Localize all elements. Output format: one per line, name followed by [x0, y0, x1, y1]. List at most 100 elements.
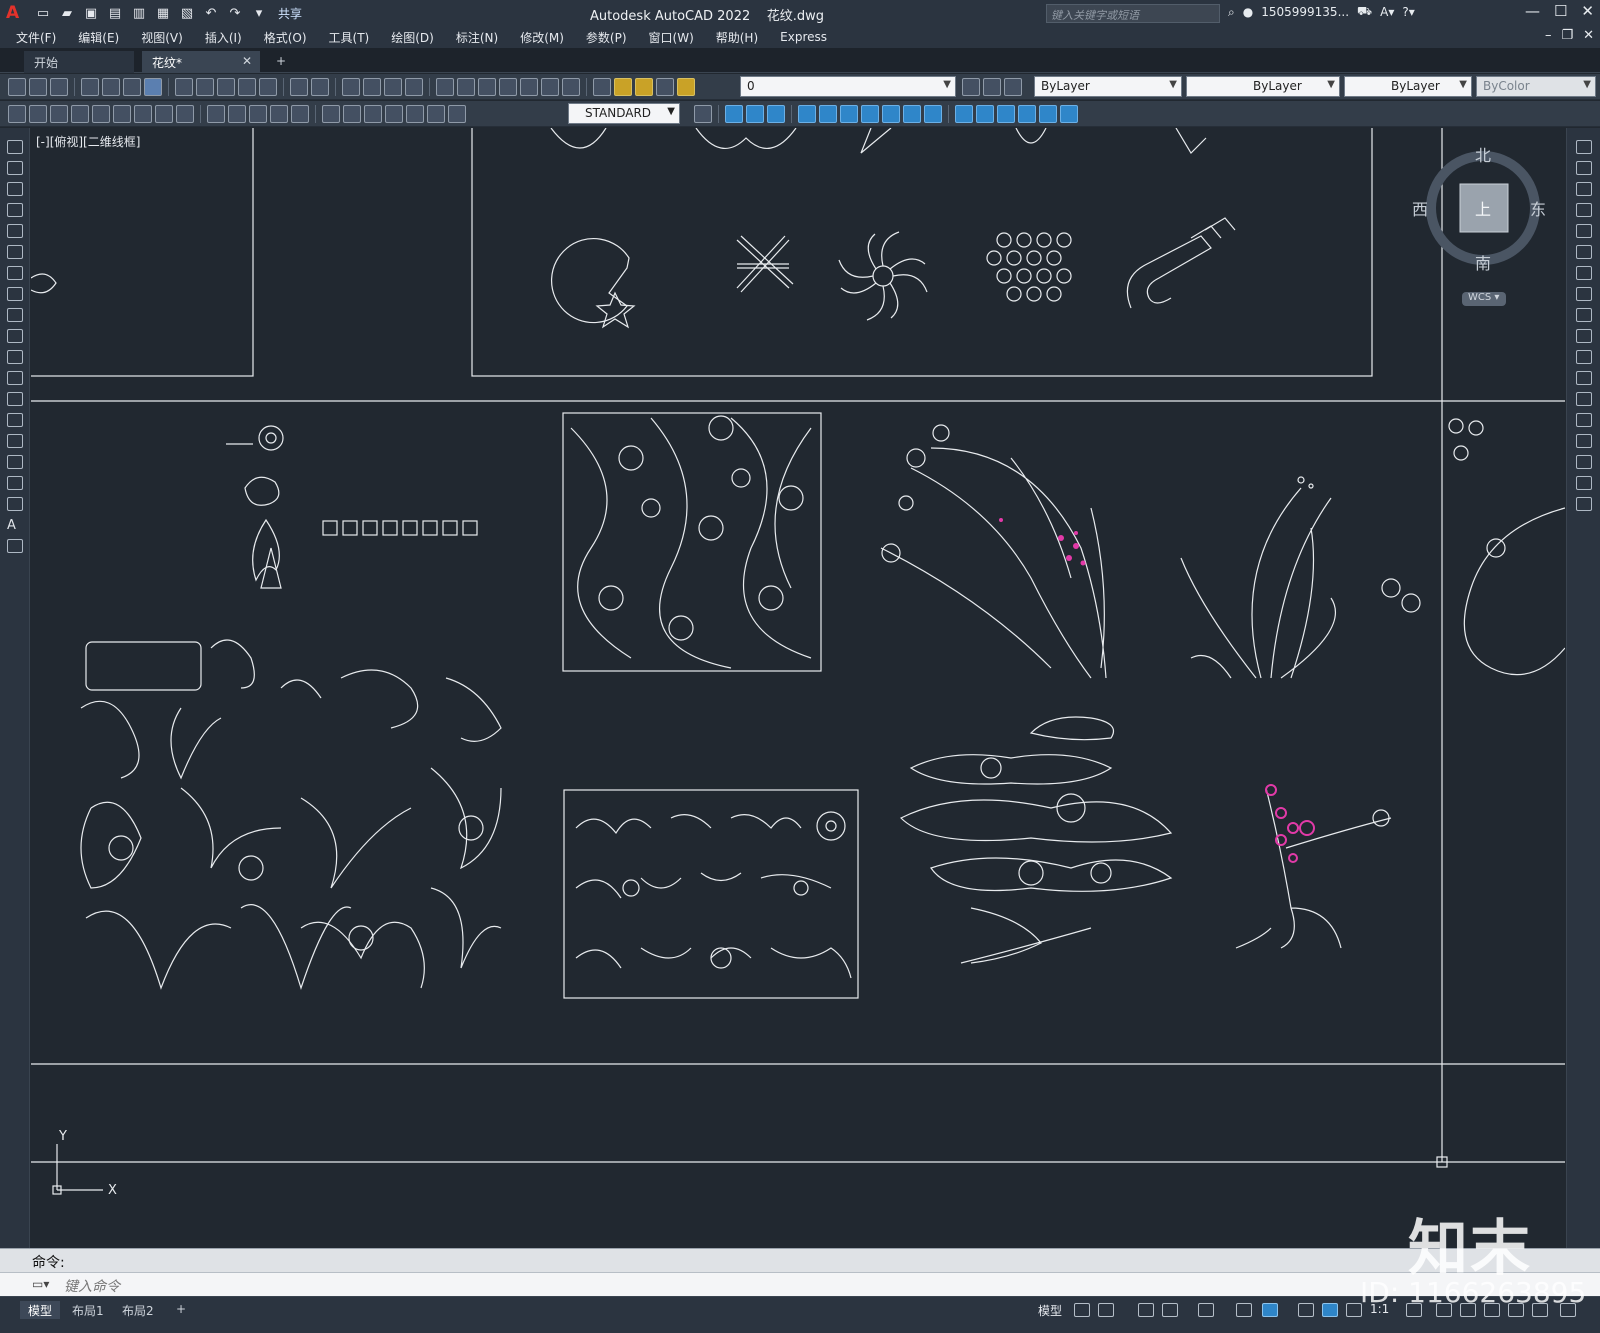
- plotstyle-dropdown[interactable]: ByColor ▼: [1476, 76, 1596, 97]
- zoom-realtime-icon[interactable]: [363, 77, 381, 96]
- match-properties-icon[interactable]: [238, 77, 256, 96]
- compass-north[interactable]: 北: [1475, 142, 1491, 166]
- preview-icon[interactable]: [102, 77, 120, 96]
- menu-draw[interactable]: 绘图(D): [391, 29, 434, 46]
- aligned-dim-icon[interactable]: [50, 104, 68, 123]
- save-tb-icon[interactable]: [50, 77, 68, 96]
- color-dropdown[interactable]: ByLayer ▼: [1034, 76, 1182, 97]
- ortho-icon[interactable]: [1138, 1303, 1154, 1317]
- subtract-icon[interactable]: [861, 105, 879, 123]
- dim-space-icon[interactable]: [270, 104, 288, 123]
- slice-icon[interactable]: [903, 105, 921, 123]
- layout-tab-1[interactable]: 布局1: [64, 1301, 112, 1319]
- doc-restore-icon[interactable]: ❐: [1561, 28, 1573, 43]
- cart-icon[interactable]: ⛟: [1357, 4, 1372, 20]
- menu-format[interactable]: 格式(O): [264, 29, 307, 46]
- search-icon[interactable]: ⌕: [1228, 5, 1235, 20]
- wedge-icon[interactable]: [746, 105, 764, 123]
- dim-text-edit-icon[interactable]: [427, 104, 445, 123]
- offset-icon[interactable]: [1576, 203, 1592, 217]
- dimstyle-icon[interactable]: [694, 105, 712, 123]
- qnew-icon[interactable]: [8, 77, 26, 96]
- compass-west[interactable]: 西: [1412, 196, 1428, 220]
- lineweight-icon[interactable]: [1298, 1303, 1314, 1317]
- pan-icon[interactable]: [342, 77, 360, 96]
- command-menu-icon[interactable]: ▭▾: [32, 1277, 49, 1291]
- region-icon[interactable]: [7, 476, 23, 490]
- compass-south[interactable]: 南: [1475, 250, 1491, 274]
- jogged-linear-icon[interactable]: [385, 104, 403, 123]
- properties-icon[interactable]: [436, 77, 454, 96]
- autodesk-app-icon[interactable]: A▾: [1380, 5, 1394, 19]
- array-icon[interactable]: [1576, 224, 1592, 238]
- render-icon[interactable]: [1060, 105, 1078, 123]
- isodraft-icon[interactable]: [1198, 1303, 1214, 1317]
- menu-help[interactable]: 帮助(H): [716, 29, 758, 46]
- doc-minimize-icon[interactable]: –: [1545, 28, 1552, 43]
- move-icon[interactable]: [1576, 245, 1592, 259]
- layer-lock-icon[interactable]: [677, 77, 695, 96]
- undo-icon[interactable]: ↶: [202, 4, 220, 22]
- layout-tab-2[interactable]: 布局2: [114, 1301, 162, 1319]
- 3d-move-icon[interactable]: [955, 105, 973, 123]
- annotation-visibility-icon[interactable]: [1322, 1303, 1338, 1317]
- osnap-icon[interactable]: [1262, 1303, 1278, 1317]
- qat-dropdown-icon[interactable]: ▾: [250, 4, 268, 22]
- menu-parametric[interactable]: 参数(P): [586, 29, 627, 46]
- layer-previous-icon[interactable]: [983, 78, 1001, 96]
- tab-close-icon[interactable]: ✕: [242, 54, 252, 68]
- blend-icon[interactable]: [1576, 476, 1592, 490]
- section-icon[interactable]: [924, 105, 942, 123]
- join-icon[interactable]: [1576, 413, 1592, 427]
- save-as-icon[interactable]: ▤: [106, 4, 124, 22]
- 3d-align-icon[interactable]: [997, 105, 1015, 123]
- viewcube-top-face[interactable]: 上: [1475, 196, 1491, 220]
- osnap-track-icon[interactable]: [1236, 1303, 1252, 1317]
- publish-icon[interactable]: [123, 77, 141, 96]
- add-selected-icon[interactable]: [7, 539, 23, 553]
- save-web-icon[interactable]: ▦: [154, 4, 172, 22]
- box-icon[interactable]: [725, 105, 743, 123]
- construction-line-icon[interactable]: [7, 161, 23, 175]
- zoom-window-icon[interactable]: [384, 77, 402, 96]
- layer-properties-icon[interactable]: [593, 77, 611, 96]
- help-tb-icon[interactable]: [562, 77, 580, 96]
- grid-icon[interactable]: [1074, 1303, 1090, 1317]
- baseline-icon[interactable]: [228, 104, 246, 123]
- design-center-icon[interactable]: [457, 77, 475, 96]
- polygon-icon[interactable]: [7, 203, 23, 217]
- menu-edit[interactable]: 编辑(E): [78, 29, 119, 46]
- lineweight-dropdown[interactable]: ByLayer ▼: [1344, 76, 1472, 97]
- qdim-icon[interactable]: [8, 104, 26, 123]
- linetype-dropdown[interactable]: ByLayer ▼: [1186, 76, 1340, 97]
- menu-view[interactable]: 视图(V): [141, 29, 183, 46]
- search-input[interactable]: 键入关键字或短语: [1046, 4, 1220, 23]
- viewcube[interactable]: 北 南 东 西 上: [1412, 146, 1548, 308]
- gradient-icon[interactable]: [7, 455, 23, 469]
- mirror-icon[interactable]: [1576, 182, 1592, 196]
- dim-break-icon[interactable]: [291, 104, 309, 123]
- close-icon[interactable]: ✕: [1581, 2, 1594, 20]
- line-icon[interactable]: [7, 140, 23, 154]
- layer-freeze-icon[interactable]: [635, 77, 653, 96]
- linear-dim-icon[interactable]: [29, 104, 47, 123]
- menu-window[interactable]: 窗口(W): [649, 29, 694, 46]
- print-icon[interactable]: ▧: [178, 4, 196, 22]
- angular-icon[interactable]: [176, 104, 194, 123]
- tool-palettes-icon[interactable]: [478, 77, 496, 96]
- drawing-canvas[interactable]: Y X: [31, 128, 1565, 1246]
- menu-dimension[interactable]: 标注(N): [456, 29, 498, 46]
- user-name[interactable]: 1505999135...: [1261, 5, 1349, 19]
- paste-icon[interactable]: [217, 77, 235, 96]
- hatch-icon[interactable]: [7, 434, 23, 448]
- chamfer-icon[interactable]: [1576, 434, 1592, 448]
- trim-icon[interactable]: [1576, 329, 1592, 343]
- intersect-icon[interactable]: [882, 105, 900, 123]
- new-tab-button[interactable]: +: [270, 51, 294, 73]
- scale-icon[interactable]: [1576, 287, 1592, 301]
- tolerance-icon[interactable]: [322, 104, 340, 123]
- open-web-icon[interactable]: ▥: [130, 4, 148, 22]
- menu-file[interactable]: 文件(F): [16, 29, 56, 46]
- dim-update-icon[interactable]: [448, 104, 466, 123]
- explode-icon[interactable]: [1576, 497, 1592, 511]
